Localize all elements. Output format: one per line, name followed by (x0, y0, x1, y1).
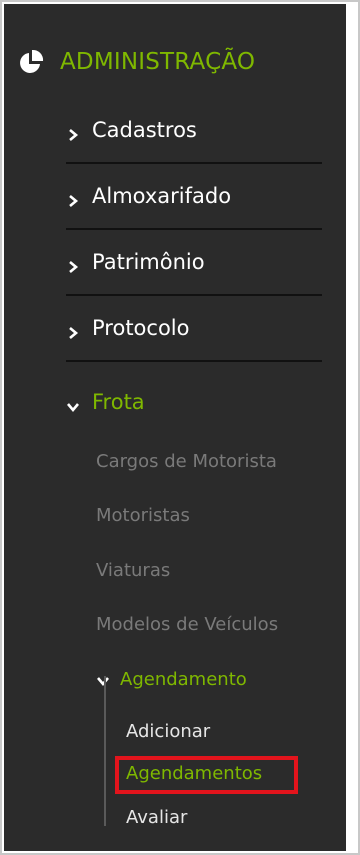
pie-chart-icon (18, 49, 44, 75)
submenu-toggle-label: Agendamento (120, 668, 247, 690)
chevron-down-icon (66, 395, 80, 413)
menu-item-label: Cadastros (92, 118, 197, 142)
menu-item-label: Frota (92, 390, 145, 414)
menu-item-cadastros[interactable]: Cadastros (66, 98, 322, 164)
menu-item-patrimonio[interactable]: Patrimônio (66, 230, 322, 296)
highlight-box (115, 756, 298, 794)
submenu-item-label: Cargos de Motorista (96, 450, 277, 472)
submenu-item-modelos-de-veiculos[interactable]: Modelos de Veículos (96, 609, 278, 639)
menu-item-protocolo[interactable]: Protocolo (66, 296, 322, 362)
submenu-item-avaliar[interactable]: Avaliar (126, 802, 187, 832)
submenu-item-motoristas[interactable]: Motoristas (96, 500, 190, 530)
menu-item-almoxarifado[interactable]: Almoxarifado (66, 164, 322, 230)
menu-item-frota[interactable]: Frota (66, 370, 322, 434)
chevron-right-icon (66, 189, 80, 207)
menu-item-label: Almoxarifado (92, 184, 232, 208)
chevron-right-icon (66, 255, 80, 273)
submenu-item-label: Adicionar (126, 720, 211, 742)
chevron-right-icon (66, 123, 80, 141)
submenu-item-label: Motoristas (96, 504, 190, 526)
submenu-item-label: Avaliar (126, 806, 188, 828)
tree-connector-line (104, 676, 106, 826)
submenu-item-cargos-de-motorista[interactable]: Cargos de Motorista (96, 446, 277, 476)
menu-item-label: Protocolo (92, 316, 190, 340)
submenu-item-label: Modelos de Veículos (96, 613, 279, 635)
section-title: ADMINISTRAÇÃO (60, 49, 256, 75)
chevron-right-icon (66, 321, 80, 339)
submenu-toggle-agendamento[interactable]: Agendamento (96, 664, 247, 694)
chevron-down-icon (96, 672, 110, 687)
submenu-item-viaturas[interactable]: Viaturas (96, 555, 170, 585)
section-administracao[interactable]: ADMINISTRAÇÃO (18, 42, 255, 82)
menu-item-label: Patrimônio (92, 250, 205, 274)
submenu-item-label: Viaturas (96, 559, 171, 581)
submenu-item-adicionar[interactable]: Adicionar (126, 716, 210, 746)
sidebar-menu: ADMINISTRAÇÃO Cadastros Almoxarifado Pat… (4, 4, 346, 851)
sidebar-frame: ADMINISTRAÇÃO Cadastros Almoxarifado Pat… (0, 0, 360, 855)
